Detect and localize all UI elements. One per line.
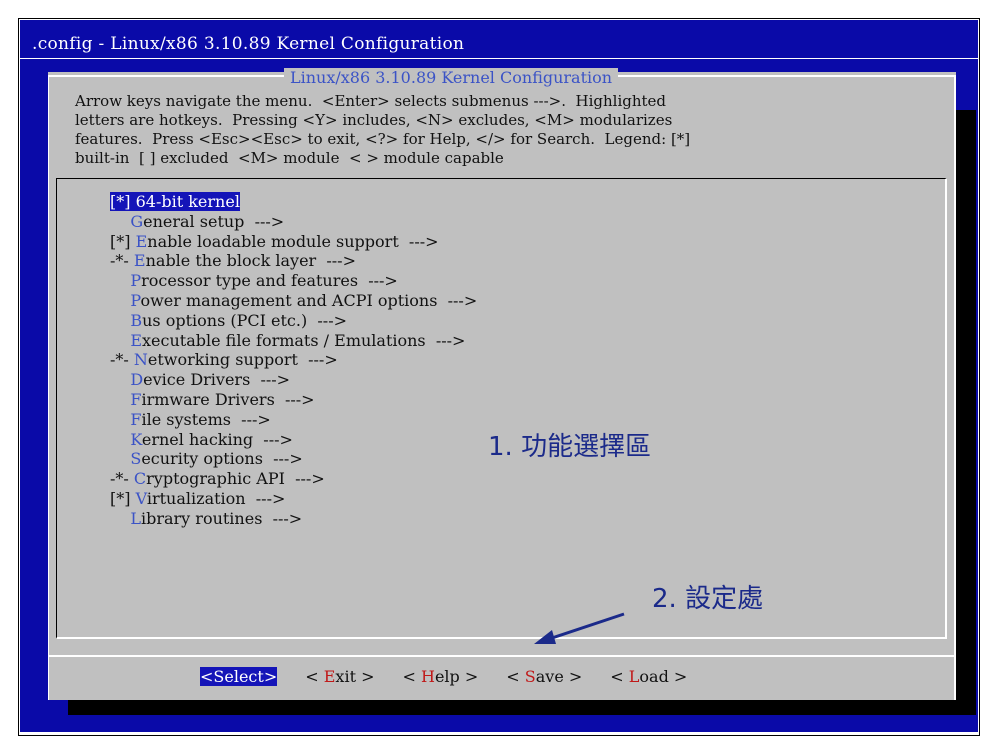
annotation-arrow-icon [534,612,625,644]
